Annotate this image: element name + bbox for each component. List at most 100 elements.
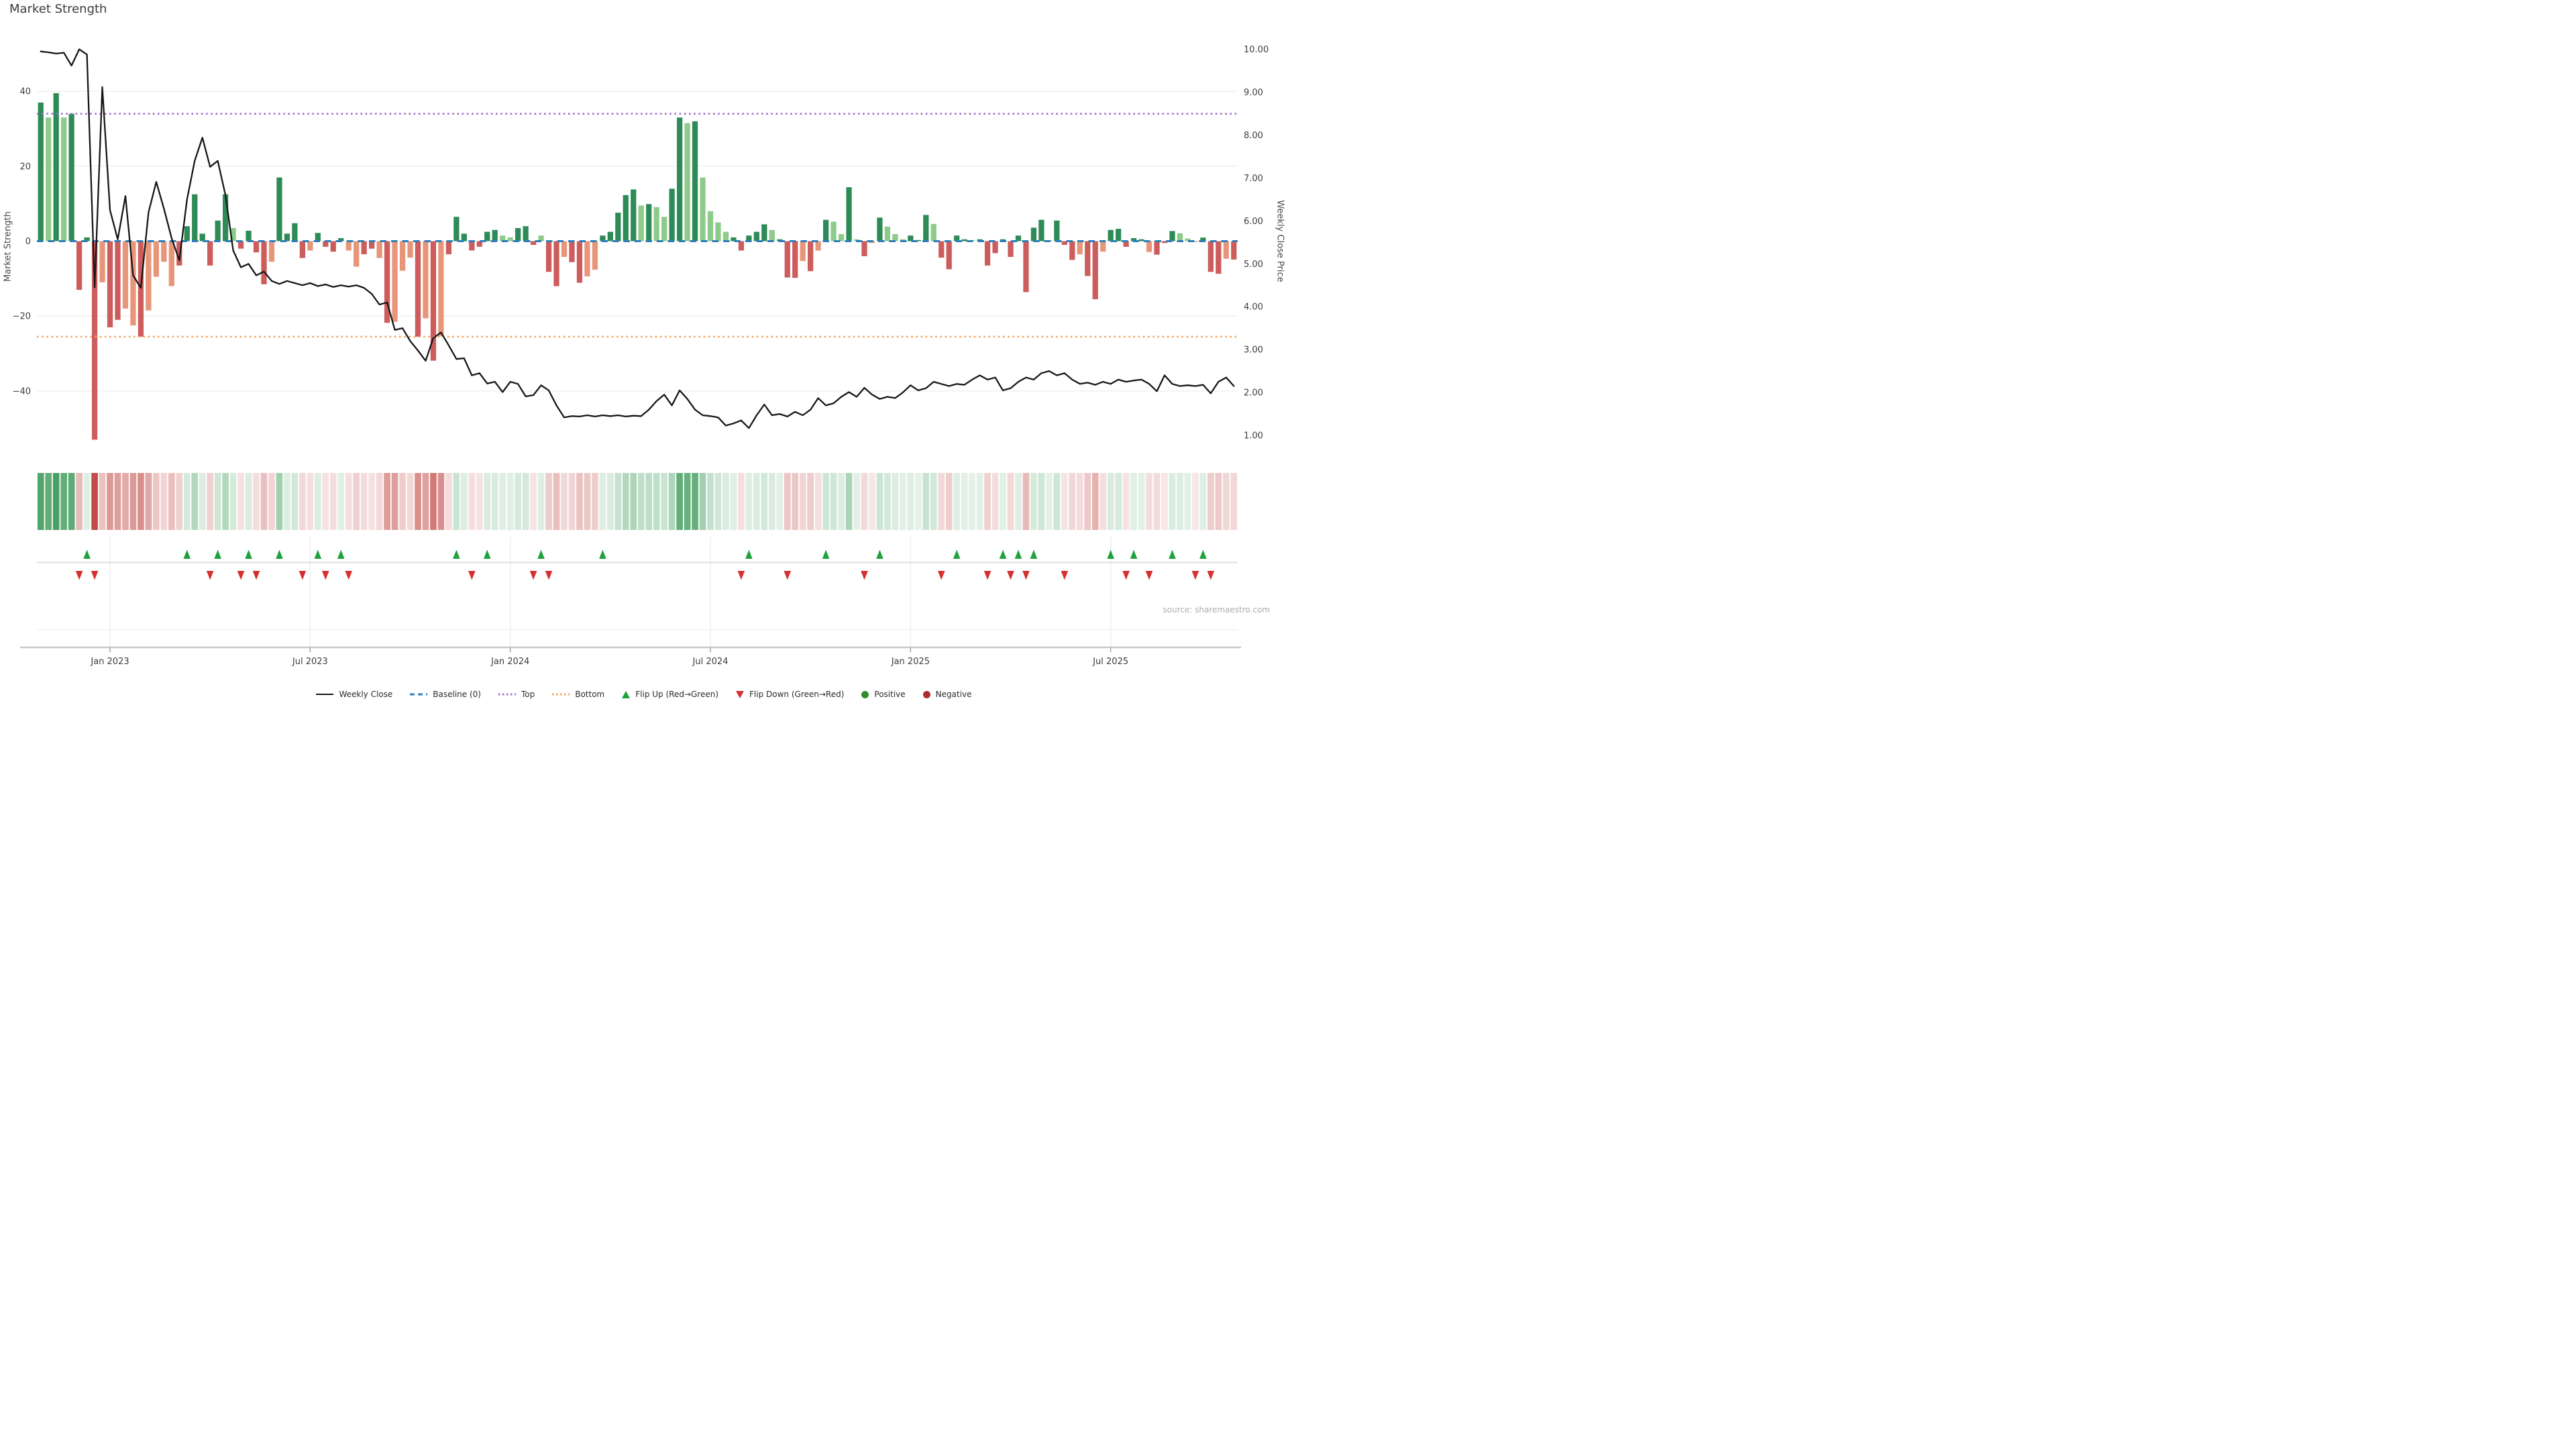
strength-bar xyxy=(331,241,336,252)
legend-dashed-swatch xyxy=(410,692,427,696)
strength-bar xyxy=(684,123,690,241)
heatmap-cell xyxy=(1215,473,1222,530)
strength-bar xyxy=(407,241,413,258)
heatmap-cell xyxy=(746,473,753,530)
legend-item-weekly-close: Weekly Close xyxy=(316,690,392,699)
flip-down-marker xyxy=(784,571,791,580)
right-axis-tick-label: 6.00 xyxy=(1244,217,1263,227)
right-axis-tick-label: 4.00 xyxy=(1244,303,1263,313)
heatmap-cell xyxy=(884,473,891,530)
flip-down-marker xyxy=(299,571,307,580)
heatmap-cell xyxy=(237,473,244,530)
strength-bar xyxy=(54,93,59,241)
heatmap-cell xyxy=(253,473,260,530)
heatmap-cell xyxy=(115,473,121,530)
strength-bar xyxy=(769,230,775,241)
strength-bar xyxy=(669,189,675,241)
heatmap-cell xyxy=(376,473,383,530)
heatmap-cell xyxy=(553,473,560,530)
heatmap-cell xyxy=(822,473,829,530)
heatmap-cell xyxy=(1154,473,1161,530)
strength-bar xyxy=(1146,241,1152,252)
right-axis-tick-label: 3.00 xyxy=(1244,345,1263,356)
legend-item-label: Negative xyxy=(936,690,972,699)
heatmap-cell xyxy=(292,473,299,530)
legend: Weekly CloseBaseline (0)TopBottomFlip Up… xyxy=(0,690,1288,699)
heatmap-cell xyxy=(261,473,268,530)
flip-up-marker xyxy=(484,550,491,559)
heatmap-cell xyxy=(569,473,576,530)
strength-bar xyxy=(523,226,528,241)
flip-down-marker xyxy=(738,571,745,580)
heatmap-cell xyxy=(561,473,568,530)
flip-up-marker xyxy=(1199,550,1207,559)
heatmap-cell xyxy=(753,473,760,530)
heatmap-cell xyxy=(453,473,460,530)
right-axis-tick-label: 5.00 xyxy=(1244,260,1263,270)
x-axis-tick-label: Jan 2025 xyxy=(891,657,930,667)
strength-bar xyxy=(453,217,459,241)
strength-bar xyxy=(646,204,651,241)
heatmap-cell xyxy=(1200,473,1207,530)
left-axis-tick-label: 40 xyxy=(19,87,31,97)
heatmap-cell xyxy=(222,473,229,530)
strength-bar xyxy=(184,226,190,241)
strength-bar xyxy=(1031,227,1036,241)
legend-dot-swatch xyxy=(861,691,869,698)
strength-bar xyxy=(246,231,251,241)
heatmap-cell xyxy=(1038,473,1045,530)
strength-bar xyxy=(661,217,667,241)
heatmap-cell xyxy=(684,473,691,530)
heatmap-cell xyxy=(992,473,999,530)
heatmap-cell xyxy=(176,473,182,530)
heatmap-cell xyxy=(892,473,899,530)
strength-bar xyxy=(1023,241,1028,292)
legend-item-label: Flip Down (Green→Red) xyxy=(749,690,844,699)
heatmap-cell xyxy=(1008,473,1014,530)
strength-bar xyxy=(569,241,574,262)
heatmap-cell xyxy=(268,473,275,530)
heatmap-cell xyxy=(130,473,137,530)
strength-bar xyxy=(307,241,313,251)
heatmap-cell xyxy=(230,473,237,530)
flip-down-marker xyxy=(1192,571,1199,580)
heatmap-cell xyxy=(1069,473,1075,530)
legend-item-label: Top xyxy=(521,690,535,699)
heatmap-cell xyxy=(715,473,722,530)
heatmap-cell xyxy=(1177,473,1183,530)
flip-down-marker xyxy=(861,571,868,580)
x-axis-tick-label: Jul 2024 xyxy=(692,657,729,667)
heatmap-cell xyxy=(1130,473,1137,530)
strength-bar xyxy=(1100,241,1106,252)
heatmap-cell xyxy=(199,473,206,530)
heatmap-cell xyxy=(1115,473,1122,530)
strength-bar xyxy=(1116,229,1121,241)
heatmap-cell xyxy=(1092,473,1099,530)
heatmap-cell xyxy=(623,473,629,530)
strength-bar xyxy=(577,241,582,283)
strength-bar xyxy=(1177,233,1183,241)
strength-bar xyxy=(107,241,113,327)
strength-bar xyxy=(947,241,952,270)
heatmap-cell xyxy=(977,473,983,530)
heatmap-cell xyxy=(769,473,775,530)
heatmap-cell xyxy=(1138,473,1145,530)
flip-up-marker xyxy=(1000,550,1007,559)
heatmap-cell xyxy=(207,473,213,530)
strength-bar xyxy=(823,220,828,241)
flip-up-marker xyxy=(599,550,606,559)
flip-down-marker xyxy=(468,571,476,580)
heatmap-cell xyxy=(68,473,75,530)
strength-bar xyxy=(207,241,213,266)
heatmap-cell xyxy=(576,473,583,530)
strength-bar xyxy=(200,233,205,241)
strength-bar xyxy=(1054,221,1059,241)
flip-up-marker xyxy=(276,550,283,559)
heatmap-cell xyxy=(1054,473,1061,530)
heatmap-cell xyxy=(1108,473,1114,530)
heatmap-cell xyxy=(545,473,552,530)
strength-bar xyxy=(1216,241,1221,274)
strength-bar xyxy=(300,241,305,258)
strength-bar xyxy=(1169,231,1175,241)
heatmap-cell xyxy=(1015,473,1022,530)
